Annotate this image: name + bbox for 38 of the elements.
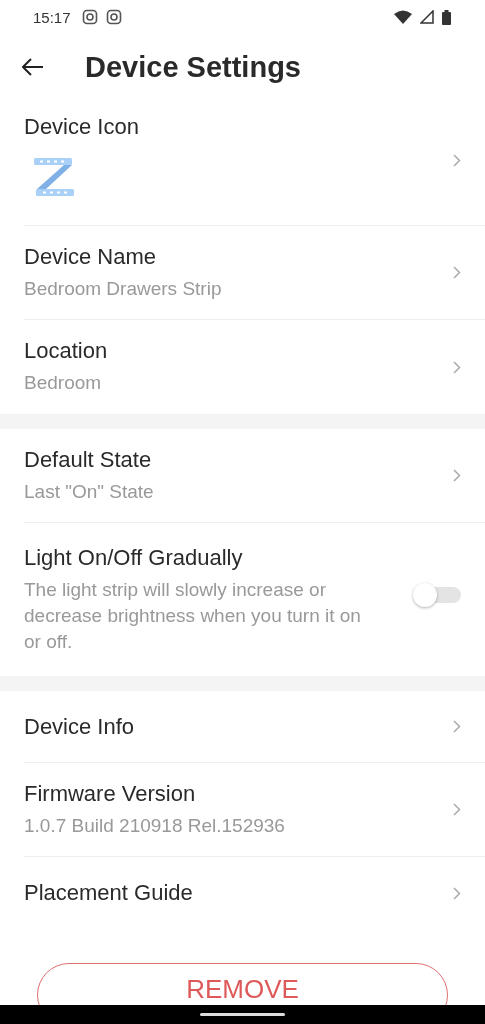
chevron-right-icon [453, 803, 461, 816]
wifi-icon [394, 10, 412, 24]
chevron-right-icon [453, 266, 461, 279]
row-title: Location [24, 338, 109, 364]
row-subtitle: 1.0.7 Build 210918 Rel.152936 [24, 813, 286, 838]
row-title: Device Icon [24, 114, 140, 140]
row-subtitle: The light strip will slowly increase or decrease brightness when you turn it on or off. [24, 577, 362, 654]
settings-row[interactable]: Placement Guide [24, 857, 485, 929]
chevron-right-icon [453, 360, 461, 374]
row-title: Firmware Version [24, 780, 197, 807]
settings-row[interactable]: Location Bedroom [24, 320, 485, 414]
settings-row[interactable]: Device Name Bedroom Drawers Strip [24, 226, 485, 320]
signal-icon [420, 10, 434, 24]
row-title: Placement Guide [24, 880, 194, 906]
home-indicator[interactable] [200, 1013, 285, 1016]
row-subtitle: Bedroom Drawers Strip [24, 276, 223, 301]
row-subtitle: Last "On" State [24, 479, 155, 504]
camera-icon [105, 9, 122, 25]
chevron-right-icon [453, 886, 461, 900]
back-arrow-icon[interactable] [22, 58, 44, 76]
row-title: Default State [24, 446, 153, 473]
page-title: Device Settings [85, 50, 301, 84]
row-title: Light On/Off Gradually [24, 544, 244, 571]
chevron-right-icon [453, 469, 461, 482]
settings-row[interactable]: Device Info [24, 691, 485, 763]
settings-row[interactable]: Default State Last "On" State [24, 429, 485, 523]
row-title: Device Name [24, 243, 158, 270]
battery-icon [442, 9, 451, 25]
settings-row[interactable]: Firmware Version 1.0.7 Build 210918 Rel.152936 [24, 763, 485, 857]
settings-row[interactable]: Device Icon [24, 100, 485, 226]
row-title: Device Info [24, 713, 136, 740]
status-time: 15:17 [33, 8, 71, 26]
chevron-right-icon [453, 154, 461, 167]
settings-row[interactable]: Light On/Off Gradually The light strip will slowly increase or decrease brightness when you turn it on or off. [24, 523, 485, 676]
chevron-right-icon [453, 720, 461, 733]
light-strip-icon [34, 158, 74, 196]
camera-icon [81, 9, 98, 25]
row-subtitle: Bedroom [24, 371, 103, 395]
